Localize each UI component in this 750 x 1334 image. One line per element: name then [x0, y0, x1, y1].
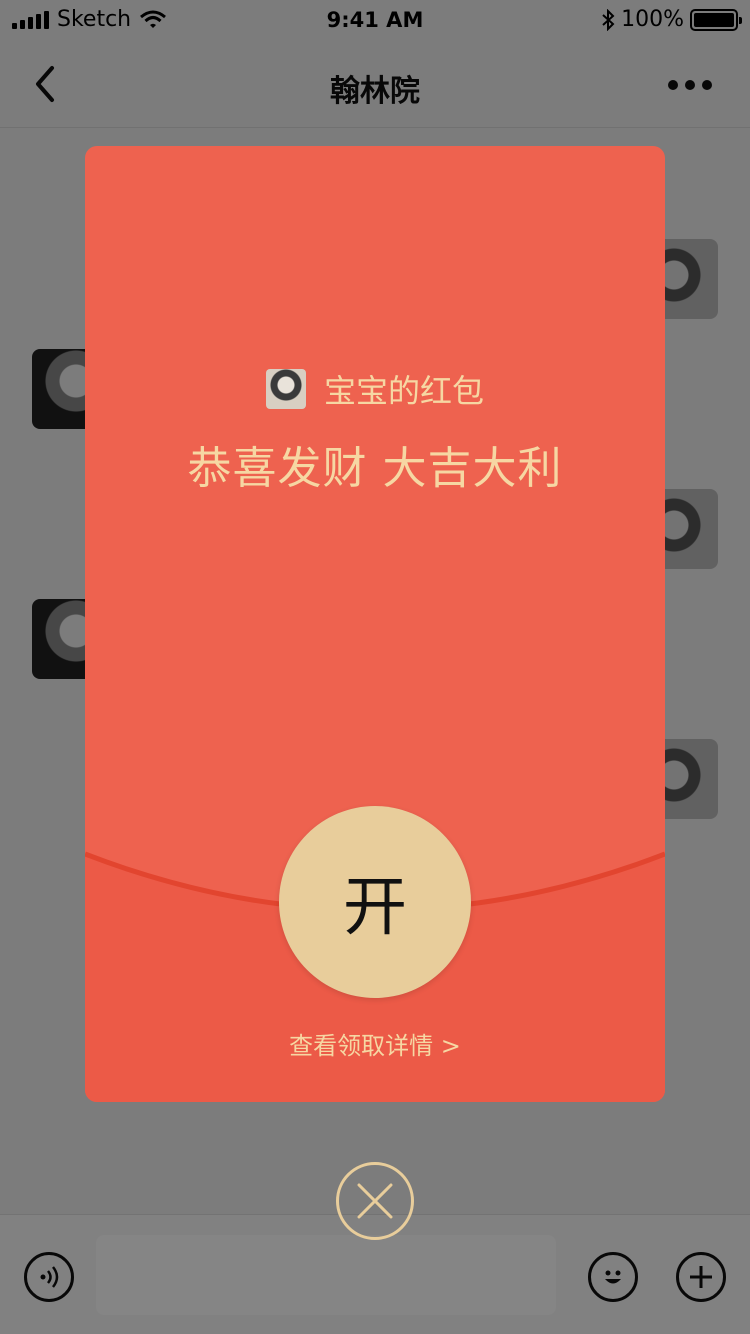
red-packet: 宝宝的红包 恭喜发财 大吉大利 开 查看领取详情 >: [85, 146, 665, 1102]
details-link[interactable]: 查看领取详情 >: [85, 1026, 665, 1061]
greeting-text: 恭喜发财 大吉大利: [187, 443, 563, 494]
open-button[interactable]: 开: [279, 806, 471, 998]
sender-name: 宝宝的红包: [323, 372, 484, 410]
sender-avatar: [265, 369, 306, 409]
sender-row: 宝宝的红包: [85, 366, 665, 412]
close-circle-icon[interactable]: [336, 1162, 414, 1240]
